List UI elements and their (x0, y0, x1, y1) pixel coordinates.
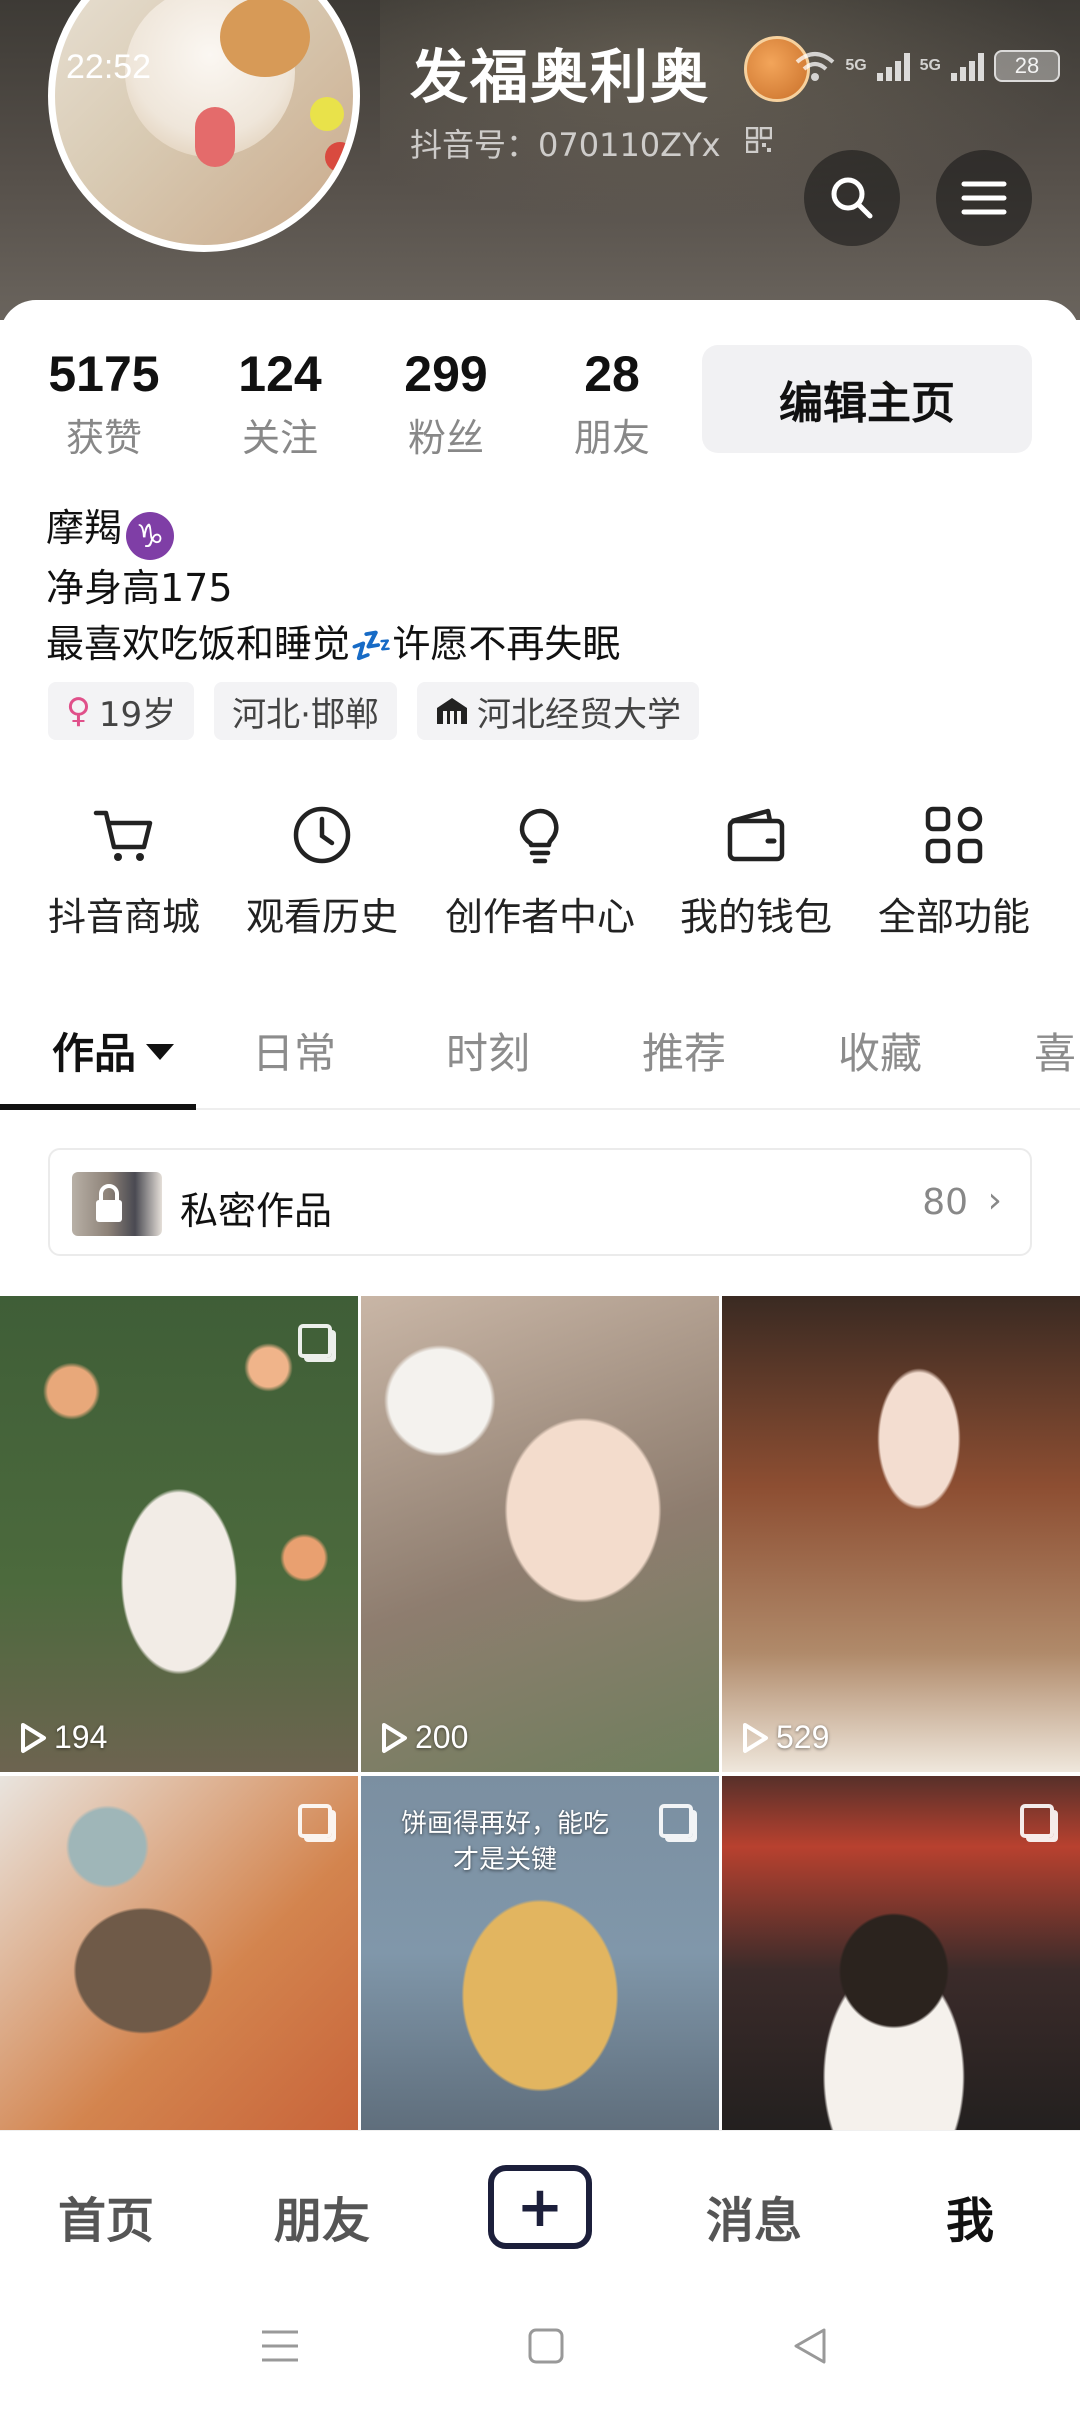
sleep-icon: 💤 (350, 626, 393, 666)
stat-value: 28 (584, 346, 640, 402)
multi-photo-icon (298, 1804, 332, 1838)
content-tabs: 作品 日常 时刻 推荐 收藏 喜 (0, 990, 1080, 1110)
nav-home[interactable]: 首页 (58, 2181, 154, 2251)
search-icon (831, 177, 873, 219)
feature-history[interactable]: 观看历史 (242, 790, 402, 941)
play-icon (382, 1722, 407, 1753)
tab-moments[interactable]: 时刻 (446, 1020, 530, 1081)
tag-school[interactable]: 河北经贸大学 (416, 682, 699, 740)
profile-bio: 摩羯 ♑ 净身高175 最喜欢吃饭和睡觉💤许愿不再失眠 (46, 500, 620, 674)
tab-works[interactable]: 作品 (52, 1020, 175, 1081)
recent-apps-icon[interactable] (258, 2326, 302, 2366)
play-count: 529 (740, 1719, 829, 1756)
wifi-icon (795, 52, 835, 81)
profile-header: 22:52 发福奥利奥 5G 5G 28 抖音号：070110ZYx (0, 0, 1080, 320)
stat-following[interactable]: 124 关注 (200, 345, 360, 462)
nav-me[interactable]: 我 (946, 2181, 994, 2251)
stat-friends[interactable]: 28 朋友 (532, 345, 692, 462)
multi-photo-icon (1020, 1804, 1054, 1838)
menu-icon (961, 181, 1007, 215)
battery-icon: 28 (994, 50, 1060, 82)
lock-icon (96, 1184, 122, 1222)
grid-icon (925, 806, 983, 864)
feature-all-functions[interactable]: 全部功能 (874, 790, 1034, 941)
stat-likes[interactable]: 5175 获赞 (24, 345, 184, 462)
tag-age[interactable]: ♀ 19岁 (48, 682, 195, 740)
profile-nickname: 发福奥利奥 (410, 43, 711, 111)
play-count: 194 (18, 1719, 107, 1756)
play-count: 200 (379, 1719, 468, 1756)
bio-line: 摩羯 ♑ (46, 500, 620, 560)
stat-label: 粉丝 (407, 416, 484, 460)
capricorn-icon: ♑ (126, 512, 175, 560)
edit-profile-button[interactable]: 编辑主页 (702, 345, 1032, 453)
qr-code-icon[interactable] (746, 127, 772, 153)
bio-line: 净身高175 (46, 566, 233, 610)
multi-photo-icon (298, 1324, 332, 1358)
tab-likes[interactable]: 喜 (1034, 1020, 1076, 1081)
multi-photo-icon (659, 1804, 693, 1838)
stat-value: 124 (238, 346, 322, 402)
tab-daily[interactable]: 日常 (252, 1020, 336, 1081)
bio-line: 最喜欢吃饭和睡觉💤许愿不再失眠 (46, 622, 621, 666)
private-works-bar[interactable]: 私密作品 80 › (48, 1148, 1032, 1256)
tag-location[interactable]: 河北·邯郸 (214, 682, 397, 740)
signal-icon (876, 51, 910, 81)
private-works-thumbnail (72, 1172, 162, 1236)
bottom-nav: 首页 朋友 + 消息 我 (0, 2130, 1080, 2290)
cart-icon (93, 810, 153, 861)
bulb-icon (519, 808, 559, 864)
private-works-label: 私密作品 (180, 1189, 333, 1233)
douyin-id: 抖音号：070110ZYx (410, 126, 721, 164)
feature-wallet[interactable]: 我的钱包 (676, 790, 836, 941)
video-thumbnail[interactable]: 200 (361, 1296, 719, 1772)
nav-friends[interactable]: 朋友 (274, 2181, 370, 2251)
home-icon[interactable] (526, 2326, 566, 2366)
stat-value: 299 (404, 346, 488, 402)
search-button[interactable] (804, 150, 900, 246)
avatar[interactable] (48, 0, 360, 252)
tab-underline (0, 1104, 196, 1110)
back-icon[interactable] (790, 2326, 830, 2366)
nav-messages[interactable]: 消息 (706, 2181, 802, 2251)
chevron-right-icon: › (987, 1180, 1002, 1221)
video-thumbnail[interactable]: 194 (0, 1296, 358, 1772)
stat-label: 朋友 (573, 416, 650, 460)
clock-icon (293, 806, 351, 864)
stat-label: 关注 (241, 416, 318, 460)
wallet-icon (727, 808, 785, 862)
stat-label: 获赞 (65, 416, 142, 460)
play-icon (21, 1722, 46, 1753)
school-icon (436, 698, 467, 724)
video-thumbnail[interactable] (722, 1776, 1080, 2130)
video-thumbnail[interactable]: 529 (722, 1296, 1080, 1772)
caret-down-icon (146, 1044, 175, 1060)
video-thumbnail[interactable]: 饼画得再好，能吃 才是关键 (361, 1776, 719, 2130)
female-icon: ♀ (66, 691, 91, 731)
video-caption: 饼画得再好，能吃 才是关键 (401, 1809, 610, 1875)
feature-mall[interactable]: 抖音商城 (44, 790, 204, 941)
stat-value: 5175 (48, 346, 160, 402)
network-type-2: 5G (919, 57, 941, 74)
menu-button[interactable] (936, 150, 1032, 246)
play-icon (743, 1722, 768, 1753)
status-time: 22:52 (66, 48, 152, 86)
private-works-count: 80 (922, 1182, 968, 1223)
stat-followers[interactable]: 299 粉丝 (366, 345, 526, 462)
status-icons: 5G 5G 28 (795, 50, 1060, 82)
video-thumbnail[interactable] (0, 1776, 358, 2130)
tab-recommend[interactable]: 推荐 (642, 1020, 726, 1081)
tab-favorites[interactable]: 收藏 (838, 1020, 922, 1081)
feature-creator-center[interactable]: 创作者中心 (440, 790, 640, 941)
signal-icon (951, 51, 984, 81)
network-type-1: 5G (845, 57, 867, 74)
create-button[interactable]: + (488, 2165, 592, 2249)
feature-shortcuts: 抖音商城 观看历史 创作者中心 我的钱包 全部功能 (0, 790, 1080, 950)
system-nav-bar (0, 2290, 1080, 2412)
profile-tags: ♀ 19岁 河北·邯郸 河北经贸大学 (48, 682, 699, 740)
